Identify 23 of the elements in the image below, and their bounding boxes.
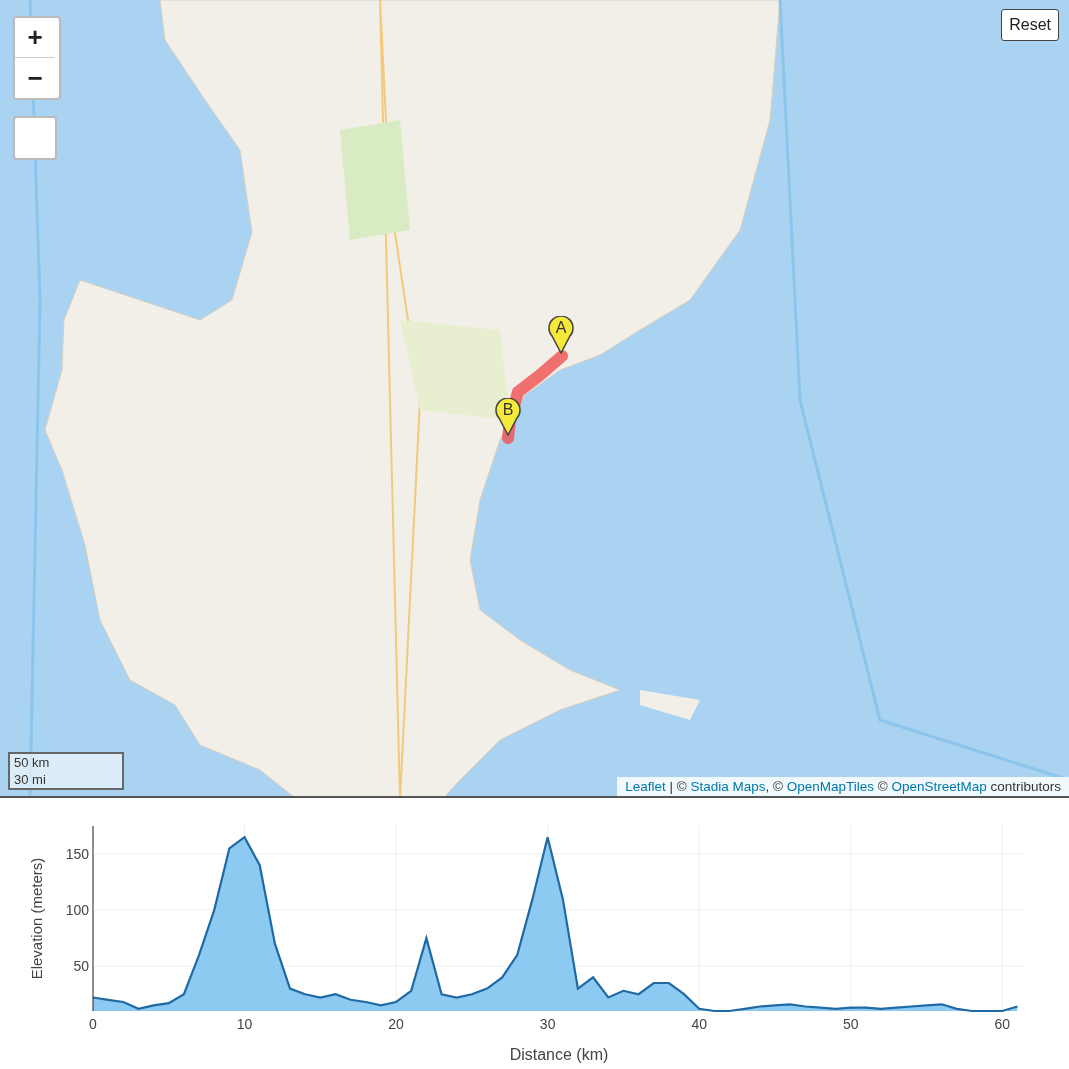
reset-button[interactable]: Reset: [1001, 9, 1059, 41]
axis-tick-label: 50: [73, 958, 89, 975]
axis-tick-label: 0: [89, 1016, 97, 1032]
axis-tick-label: 50: [842, 1016, 859, 1032]
map-control-button[interactable]: [13, 116, 57, 160]
attribution-link[interactable]: OpenStreetMap: [891, 779, 987, 794]
y-axis-title: Elevation (meters): [28, 857, 45, 980]
axis-tick-label: 10: [236, 1016, 253, 1032]
x-axis-title: Distance (km): [509, 1046, 609, 1063]
scale-bar: 30 mi: [8, 771, 124, 790]
zoom-in-button[interactable]: +: [15, 18, 55, 58]
axis-tick-label: 30: [539, 1016, 556, 1032]
attribution-link[interactable]: OpenMapTiles: [786, 779, 874, 794]
axis-tick-label: 60: [994, 1016, 1011, 1032]
axis-tick-label: 20: [388, 1016, 404, 1032]
axis-tick-label: 150: [65, 846, 89, 863]
map-marker[interactable]: A: [547, 316, 575, 354]
scale-bar: 50 km: [8, 752, 124, 771]
axis-tick-label: 40: [691, 1016, 707, 1032]
map-marker[interactable]: B: [494, 398, 522, 436]
attribution-link[interactable]: Leaflet: [625, 779, 666, 794]
attribution-text: Leaflet | © Stadia Maps, © OpenMapTiles © OpenStreetMap contributors: [617, 777, 1069, 796]
axis-tick-label: 100: [65, 902, 89, 919]
